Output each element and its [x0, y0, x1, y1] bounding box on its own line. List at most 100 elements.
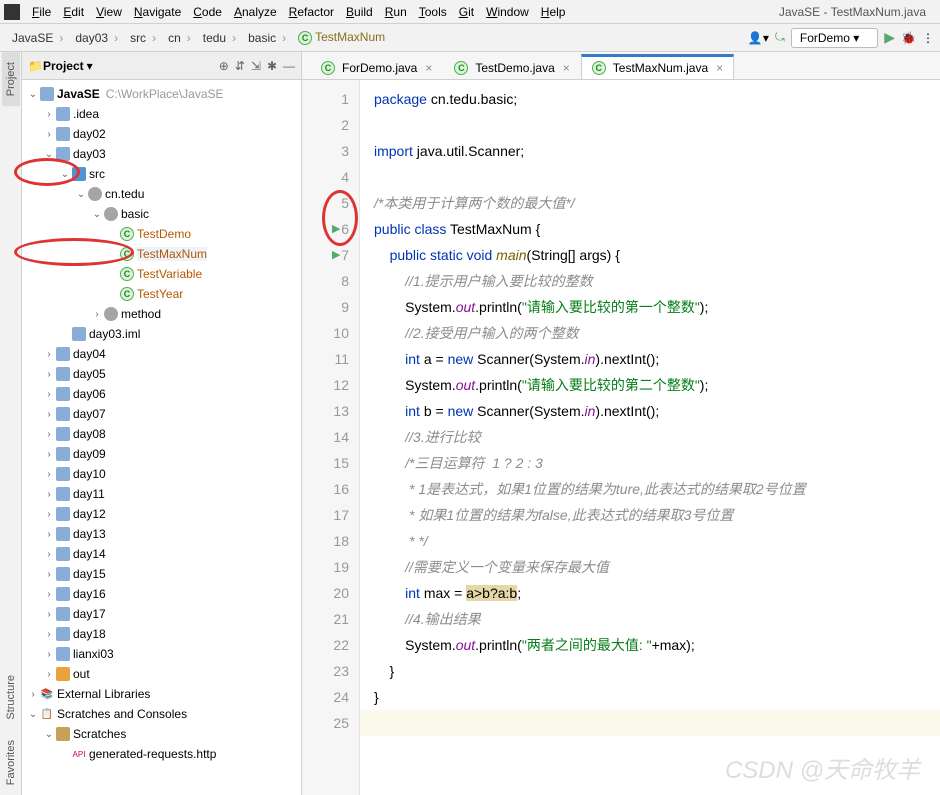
project-root[interactable]: JavaSE — [57, 87, 100, 101]
tree-day18[interactable]: ›day18 — [22, 624, 301, 644]
tree-day12[interactable]: ›day12 — [22, 504, 301, 524]
crumb-basic[interactable]: basic — [242, 29, 292, 47]
tab-TestDemo.java[interactable]: CTestDemo.java× — [443, 56, 580, 79]
tree-day03.iml[interactable]: day03.iml — [22, 324, 301, 344]
scratch-icon: 📋 — [40, 707, 54, 721]
menu-build[interactable]: Build — [340, 3, 379, 21]
menu-run[interactable]: Run — [379, 3, 413, 21]
gutter-run-icon[interactable]: ▶ — [332, 222, 340, 235]
crumb-src[interactable]: src — [124, 29, 162, 47]
close-icon[interactable]: × — [425, 61, 432, 75]
tree-day16[interactable]: ›day16 — [22, 584, 301, 604]
target-icon[interactable]: ⊕ — [219, 59, 229, 73]
menu-view[interactable]: View — [90, 3, 128, 21]
tree-day15[interactable]: ›day15 — [22, 564, 301, 584]
crumb-day03[interactable]: day03 — [69, 29, 124, 47]
tree-day03[interactable]: ⌄day03 — [22, 144, 301, 164]
tree-method[interactable]: ›method — [22, 304, 301, 324]
crumb-JavaSE[interactable]: JavaSE — [6, 29, 69, 47]
user-icon[interactable]: 👤▾ — [748, 31, 769, 45]
menu-code[interactable]: Code — [187, 3, 228, 21]
tree-cn.tedu[interactable]: ⌄cn.tedu — [22, 184, 301, 204]
class-icon: C — [120, 247, 134, 261]
menu-tools[interactable]: Tools — [413, 3, 453, 21]
folder-icon — [56, 727, 70, 741]
editor-tabs: CForDemo.java×CTestDemo.java×CTestMaxNum… — [302, 52, 940, 80]
tree-day14[interactable]: ›day14 — [22, 544, 301, 564]
tree-day09[interactable]: ›day09 — [22, 444, 301, 464]
project-panel: 📁 Project ▾ ⊕ ⇵ ⇲ ✱ — ⌄ JavaSE C:\WorkPl… — [22, 52, 302, 795]
hide-icon[interactable]: — — [283, 59, 295, 73]
menu-help[interactable]: Help — [535, 3, 572, 21]
folder-icon — [56, 387, 70, 401]
tree-TestYear[interactable]: CTestYear — [22, 284, 301, 304]
tree-day17[interactable]: ›day17 — [22, 604, 301, 624]
menu-git[interactable]: Git — [453, 3, 480, 21]
folder-icon — [56, 527, 70, 541]
folder-icon — [104, 307, 118, 321]
crumb-cn[interactable]: cn — [162, 29, 197, 47]
folder-icon: 📁 — [28, 59, 43, 73]
gear-icon[interactable]: ✱ — [267, 59, 277, 73]
run-config-select[interactable]: ForDemo ▾ — [791, 28, 878, 48]
menu-navigate[interactable]: Navigate — [128, 3, 187, 21]
tree-TestMaxNum[interactable]: CTestMaxNum — [22, 244, 301, 264]
more-icon[interactable]: ⋮ — [922, 31, 934, 45]
tree-External Libraries[interactable]: ›📚External Libraries — [22, 684, 301, 704]
menu-analyze[interactable]: Analyze — [228, 3, 283, 21]
tree-TestDemo[interactable]: CTestDemo — [22, 224, 301, 244]
tree-basic[interactable]: ⌄basic — [22, 204, 301, 224]
tree-day05[interactable]: ›day05 — [22, 364, 301, 384]
folder-icon — [56, 367, 70, 381]
tree-generated-requests.http[interactable]: APIgenerated-requests.http — [22, 744, 301, 764]
window-title: JavaSE - TestMaxNum.java — [769, 5, 936, 19]
tree-day07[interactable]: ›day07 — [22, 404, 301, 424]
run-button[interactable]: ▶ — [884, 29, 895, 46]
tree-TestVariable[interactable]: CTestVariable — [22, 264, 301, 284]
menu-edit[interactable]: Edit — [57, 3, 90, 21]
menu-refactor[interactable]: Refactor — [283, 3, 340, 21]
gutter-run-icon[interactable]: ▶ — [332, 248, 340, 261]
hammer-icon[interactable]: ⤿ — [775, 30, 785, 45]
folder-icon — [88, 187, 102, 201]
close-icon[interactable]: × — [563, 61, 570, 75]
folder-icon — [56, 547, 70, 561]
tree-src[interactable]: ⌄src — [22, 164, 301, 184]
folder-icon — [56, 427, 70, 441]
folder-icon — [56, 607, 70, 621]
tree-day02[interactable]: ›day02 — [22, 124, 301, 144]
lib-icon: 📚 — [40, 687, 54, 701]
close-icon[interactable]: × — [716, 61, 723, 75]
sidebar-tab-project[interactable]: Project — [2, 52, 20, 106]
menu-window[interactable]: Window — [480, 3, 535, 21]
tree-day13[interactable]: ›day13 — [22, 524, 301, 544]
tree-.idea[interactable]: ›.idea — [22, 104, 301, 124]
debug-button[interactable]: 🐞 — [901, 31, 916, 45]
tab-ForDemo.java[interactable]: CForDemo.java× — [310, 56, 443, 79]
tree-day08[interactable]: ›day08 — [22, 424, 301, 444]
sidebar-tab-favorites[interactable]: Favorites — [2, 730, 20, 795]
tab-TestMaxNum.java[interactable]: CTestMaxNum.java× — [581, 54, 734, 79]
tree-Scratches[interactable]: ⌄Scratches — [22, 724, 301, 744]
tree-Scratches and Consoles[interactable]: ⌄📋Scratches and Consoles — [22, 704, 301, 724]
line-gutter: 123456▶7▶8910111213141516171819202122232… — [302, 80, 360, 795]
tree-out[interactable]: ›out — [22, 664, 301, 684]
tree-day04[interactable]: ›day04 — [22, 344, 301, 364]
menu-file[interactable]: File — [26, 3, 57, 21]
tree-day06[interactable]: ›day06 — [22, 384, 301, 404]
sidebar-tab-structure[interactable]: Structure — [2, 665, 20, 730]
code-lines[interactable]: package cn.tedu.basic;import java.util.S… — [360, 80, 940, 795]
expand-icon[interactable]: ⇲ — [251, 59, 261, 73]
code-editor[interactable]: 123456▶7▶8910111213141516171819202122232… — [302, 80, 940, 795]
tree-lianxi03[interactable]: ›lianxi03 — [22, 644, 301, 664]
crumb-tedu[interactable]: tedu — [197, 29, 242, 47]
tree-day11[interactable]: ›day11 — [22, 484, 301, 504]
collapse-icon[interactable]: ⇵ — [235, 59, 245, 73]
tree-day10[interactable]: ›day10 — [22, 464, 301, 484]
class-icon: C — [120, 267, 134, 281]
folder-icon — [56, 587, 70, 601]
crumb-class[interactable]: CTestMaxNum — [292, 28, 391, 47]
folder-icon — [56, 407, 70, 421]
project-tree[interactable]: ⌄ JavaSE C:\WorkPlace\JavaSE ›.idea›day0… — [22, 80, 301, 795]
folder-icon — [56, 667, 70, 681]
